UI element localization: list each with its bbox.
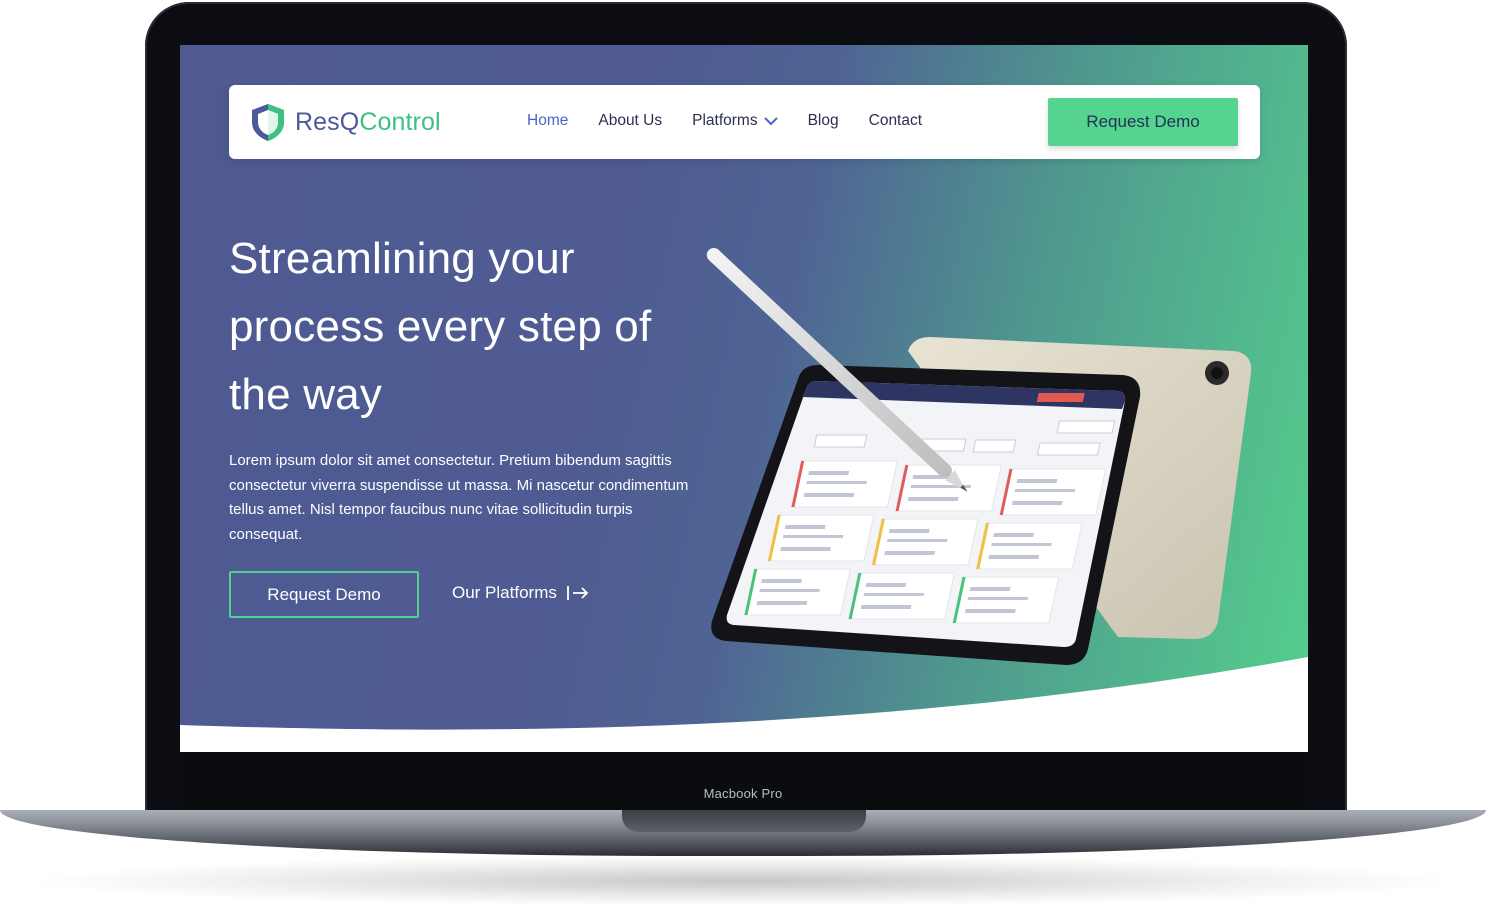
our-platforms-label: Our Platforms: [452, 583, 557, 602]
hero-description: Lorem ipsum dolor sit amet consectetur. …: [229, 452, 689, 543]
arrow-right-icon: [566, 586, 589, 600]
browser-screen: ResQControl Home About Us Platforms Blog…: [180, 45, 1308, 752]
screen-bottom-bezel: [180, 752, 1308, 810]
top-navbar: ResQControl Home About Us Platforms Blog…: [229, 85, 1260, 159]
shield-logo-icon: [252, 104, 284, 141]
our-platforms-link[interactable]: Our Platforms: [452, 583, 589, 603]
nav-contact[interactable]: Contact: [869, 112, 922, 130]
nav-home[interactable]: Home: [527, 112, 568, 130]
nav-platforms-label: Platforms: [692, 112, 758, 129]
hero-title: Streamlining your process every step of …: [229, 225, 709, 429]
chevron-down-icon: [763, 116, 778, 125]
laptop-model-label: Macbook Pro: [703, 786, 783, 801]
nav-links: Home About Us Platforms Blog Contact: [527, 112, 952, 130]
nav-platforms[interactable]: Platforms: [692, 112, 778, 130]
brand-name: ResQControl: [295, 107, 441, 136]
nav-about-us[interactable]: About Us: [598, 112, 662, 130]
hero-title-line-3: the way: [229, 370, 383, 419]
hero-title-line-1: Streamlining your: [229, 234, 575, 283]
brand-logo[interactable]: ResQControl: [249, 102, 441, 142]
hero-title-line-2: process every step of: [229, 302, 652, 351]
request-demo-nav-button[interactable]: Request Demo: [1048, 98, 1238, 146]
laptop-hinge-notch: [622, 810, 866, 832]
tablet-illustration: [706, 248, 1252, 665]
nav-blog[interactable]: Blog: [808, 112, 839, 130]
request-demo-hero-button[interactable]: Request Demo: [229, 571, 419, 618]
laptop-shadow: [40, 856, 1446, 906]
